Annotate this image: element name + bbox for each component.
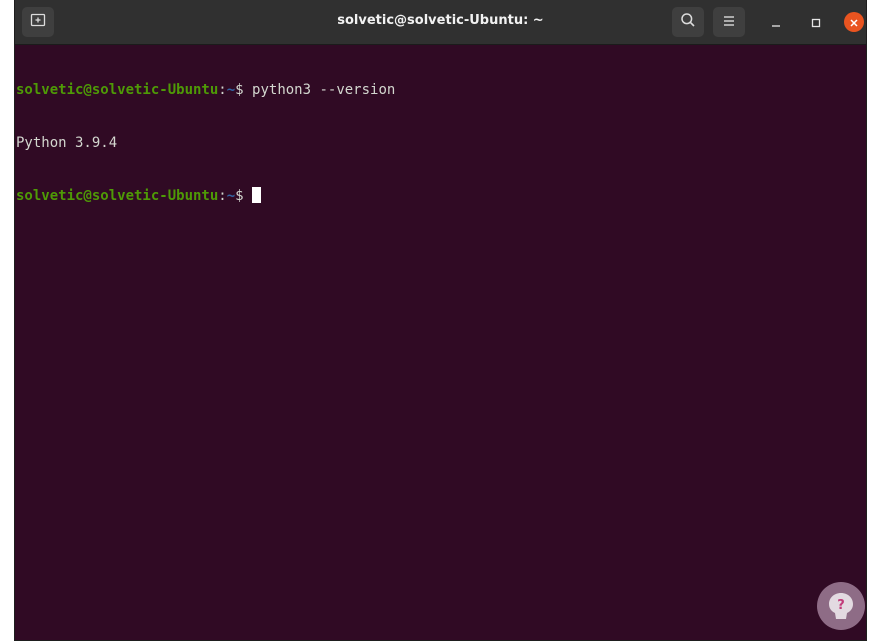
terminal-output[interactable]: solvetic@solvetic-Ubuntu:~$ python3 --ve… <box>16 47 861 240</box>
prompt-path: ~ <box>226 188 236 204</box>
prompt-user-host: solvetic@solvetic-Ubuntu <box>16 82 219 98</box>
minimize-icon <box>771 13 781 32</box>
terminal-line: solvetic@solvetic-Ubuntu:~$ python3 --ve… <box>16 82 861 100</box>
search-icon <box>680 12 696 32</box>
maximize-icon <box>811 13 821 32</box>
prompt-colon: : <box>218 82 227 98</box>
terminal-line: Python 3.9.4 <box>16 135 861 153</box>
prompt-path: ~ <box>226 82 236 98</box>
minimize-button[interactable] <box>766 12 786 32</box>
close-button[interactable] <box>844 12 864 32</box>
prompt-colon: : <box>218 188 227 204</box>
command-text: python3 --version <box>252 82 396 98</box>
close-icon <box>849 13 859 32</box>
prompt-symbol: $ <box>235 82 253 98</box>
prompt-user-host: solvetic@solvetic-Ubuntu <box>16 188 219 204</box>
prompt-symbol: $ <box>235 188 253 204</box>
svg-text:?: ? <box>837 598 845 613</box>
text-cursor <box>252 187 262 203</box>
menu-button[interactable] <box>713 7 745 37</box>
terminal-window: solvetic@solvetic-Ubuntu: ~ solvetic@sol… <box>15 0 866 640</box>
titlebar[interactable]: solvetic@solvetic-Ubuntu: ~ <box>15 0 866 45</box>
hamburger-menu-icon <box>722 13 736 32</box>
command-output: Python 3.9.4 <box>16 134 118 151</box>
search-button[interactable] <box>672 7 704 37</box>
terminal-line: solvetic@solvetic-Ubuntu:~$ <box>16 187 861 205</box>
maximize-button[interactable] <box>806 12 826 32</box>
solvetic-logo-icon: ? <box>817 582 865 630</box>
